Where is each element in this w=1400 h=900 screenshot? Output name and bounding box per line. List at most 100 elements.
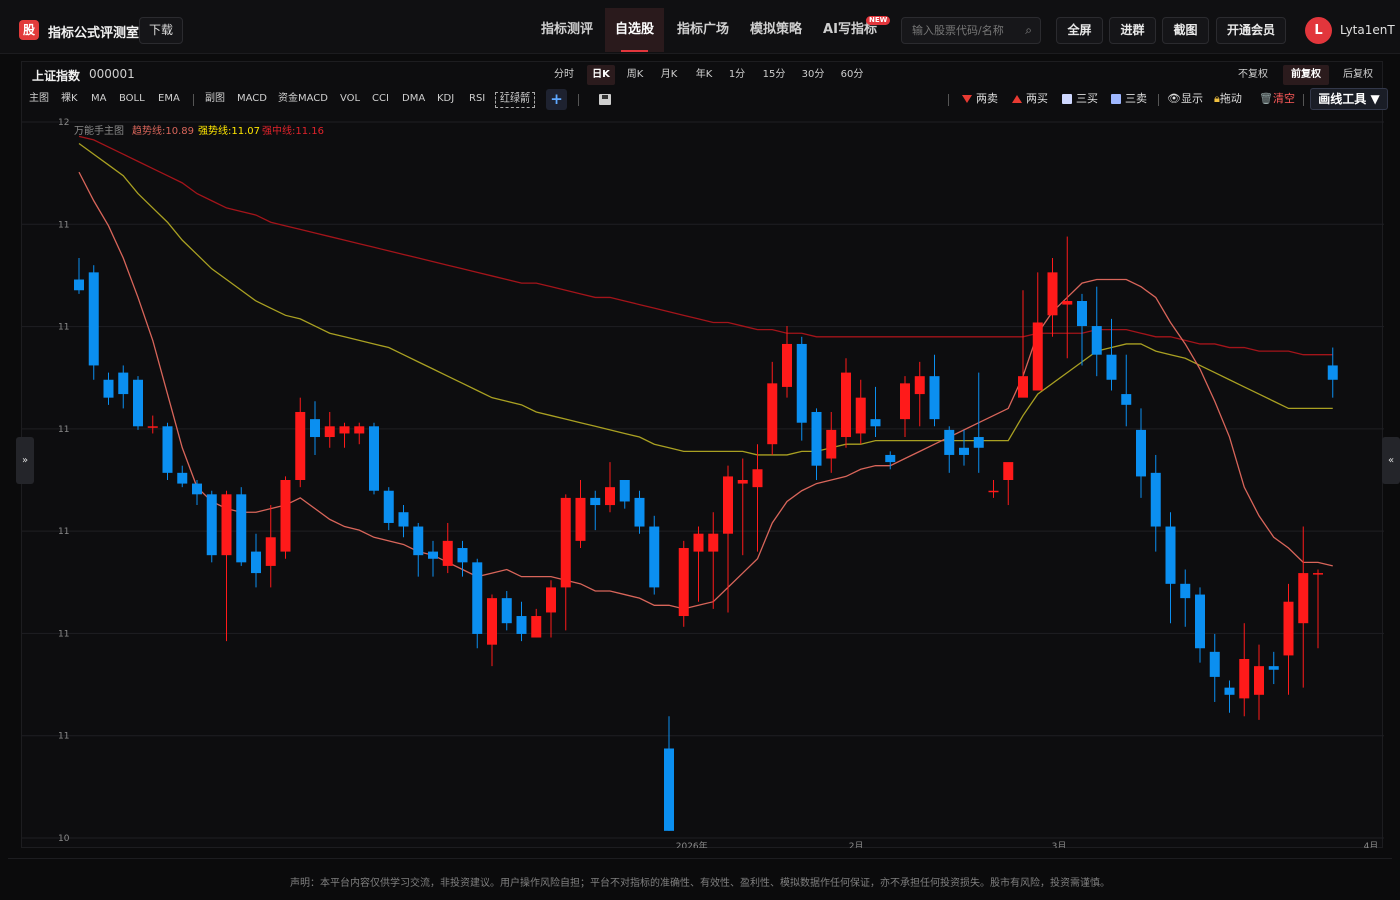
period-yearly[interactable]: 年K [691, 65, 717, 85]
candle-body [900, 383, 910, 420]
search-input[interactable]: 输入股票代码/名称 ⌕ [901, 17, 1041, 44]
y-tick-label: 11 [58, 527, 69, 537]
candle-body [162, 426, 173, 473]
draw-tools-dropdown[interactable]: 画线工具 ▼ [1310, 88, 1388, 110]
period-daily[interactable]: 日K [587, 65, 615, 85]
top-bar: 股 指标公式评测室 下载 指标测评 自选股 指标广场 模拟策略 AI写指标 NE… [0, 0, 1400, 54]
sell-arrow-icon [962, 95, 972, 103]
candle-body [959, 447, 969, 455]
candle-body [74, 279, 84, 291]
period-60min[interactable]: 60分 [838, 65, 866, 85]
nav-indicator-square[interactable]: 指标广场 [667, 8, 739, 52]
legend-item: 趋势线:10.89 [132, 124, 194, 137]
indicator-rsi[interactable]: RSI [469, 92, 485, 106]
legend-item: 强势线:11.07 [198, 124, 260, 137]
legend-item: 万能手主图 [74, 124, 124, 137]
candle-body [1283, 601, 1294, 656]
candlestick-chart[interactable]: 12 11 11 11 11 11 11 10 2026年 2月 3月 4月 万能手主图 趋势线:10.… [22, 112, 1384, 848]
trash-icon: 🗑︎ [1259, 92, 1273, 105]
y-tick-label: 10 [58, 834, 70, 844]
indicator-dma[interactable]: DMA [402, 92, 425, 106]
candle-body [1018, 376, 1028, 398]
candles [74, 236, 1338, 831]
adjust-forward[interactable]: 前复权 [1283, 65, 1329, 85]
membership-button[interactable]: 开通会员 [1216, 17, 1286, 44]
right-panel-toggle[interactable]: « [1382, 437, 1400, 484]
candle-body [413, 526, 424, 556]
download-button[interactable]: 下载 [139, 17, 183, 44]
clear-button[interactable]: 🗑︎清空 [1259, 92, 1295, 106]
drag-toggle[interactable]: 🔒︎拖动 [1214, 92, 1242, 106]
candle-body [826, 429, 837, 459]
period-intraday[interactable]: 分时 [550, 65, 578, 85]
candle-body [870, 419, 881, 427]
candle-body [988, 490, 999, 493]
username[interactable]: Lyta1enT [1340, 23, 1395, 37]
period-monthly[interactable]: 月K [656, 65, 682, 85]
candle-body [383, 490, 394, 523]
candle-body [649, 526, 660, 588]
save-icon[interactable] [599, 94, 611, 105]
candle-body [206, 494, 217, 556]
app-title: 指标公式评测室 [48, 26, 140, 41]
join-group-button[interactable]: 进群 [1109, 17, 1156, 44]
candle-body [546, 587, 556, 613]
indicator-ma[interactable]: MA [91, 92, 106, 106]
candle-body [1195, 594, 1205, 649]
candle-body [693, 533, 704, 552]
draw-label: 两买 [1026, 92, 1048, 105]
fullscreen-button[interactable]: 全屏 [1056, 17, 1103, 44]
logo-icon: 股 [19, 20, 39, 40]
search-icon[interactable]: ⌕ [1025, 18, 1032, 43]
period-30min[interactable]: 30分 [799, 65, 827, 85]
indicator-kdj[interactable]: KDJ [437, 92, 454, 106]
candle-body [324, 426, 335, 438]
left-panel-toggle[interactable]: » [16, 437, 34, 484]
candle-body [1150, 472, 1161, 527]
candle-body [1047, 272, 1058, 316]
draw-sell3-button[interactable]: 三卖 [1111, 92, 1147, 106]
active-underline [621, 50, 648, 52]
search-placeholder: 输入股票代码/名称 [912, 24, 1004, 37]
candle-body [1327, 365, 1338, 380]
add-indicator-button[interactable]: + [546, 89, 567, 110]
candle-body [1106, 354, 1117, 380]
y-tick-label: 11 [58, 323, 69, 333]
indicator-boll[interactable]: BOLL [119, 92, 145, 106]
indicator-vol[interactable]: VOL [340, 92, 360, 106]
candle-body [295, 411, 306, 480]
candle-body [428, 551, 438, 559]
draw-buy2-button[interactable]: 两买 [1012, 92, 1048, 106]
candle-body [280, 480, 291, 552]
candle-body [487, 598, 497, 645]
new-badge: NEW [866, 16, 891, 25]
period-1min[interactable]: 1分 [726, 65, 748, 85]
screenshot-button[interactable]: 截图 [1162, 17, 1209, 44]
adjust-backward[interactable]: 后复权 [1338, 65, 1378, 85]
nav-simulated-strategy[interactable]: 模拟策略 [740, 8, 812, 52]
candle-body [1062, 301, 1073, 305]
indicator-fund-macd[interactable]: 资金MACD [278, 92, 328, 106]
indicator-naked-k[interactable]: 裸K [61, 92, 78, 106]
indicator-sub-chart[interactable]: 副图 [205, 92, 225, 106]
candle-body [103, 379, 114, 398]
adjust-none[interactable]: 不复权 [1233, 65, 1273, 85]
footer-divider [8, 858, 1392, 859]
nav-ai-indicator[interactable]: AI写指标 [814, 8, 886, 52]
show-toggle[interactable]: 👁︎显示 [1167, 92, 1203, 106]
candle-body [516, 616, 527, 634]
indicator-macd[interactable]: MACD [237, 92, 267, 106]
period-15min[interactable]: 15分 [760, 65, 788, 85]
indicator-cci[interactable]: CCI [372, 92, 389, 106]
indicator-ema[interactable]: EMA [158, 92, 180, 106]
candle-body [1209, 651, 1220, 677]
nav-watchlist[interactable]: 自选股 [605, 8, 664, 52]
draw-buy3-button[interactable]: 三买 [1062, 92, 1098, 106]
indicator-red-green-arrow[interactable]: 红绿箭 [495, 92, 535, 108]
period-weekly[interactable]: 周K [622, 65, 648, 85]
avatar[interactable]: L [1305, 17, 1332, 44]
indicator-main-chart[interactable]: 主图 [29, 92, 49, 106]
draw-sell2-button[interactable]: 两卖 [962, 92, 998, 106]
nav-indicator-review[interactable]: 指标测评 [531, 8, 603, 52]
candle-body [944, 429, 955, 455]
